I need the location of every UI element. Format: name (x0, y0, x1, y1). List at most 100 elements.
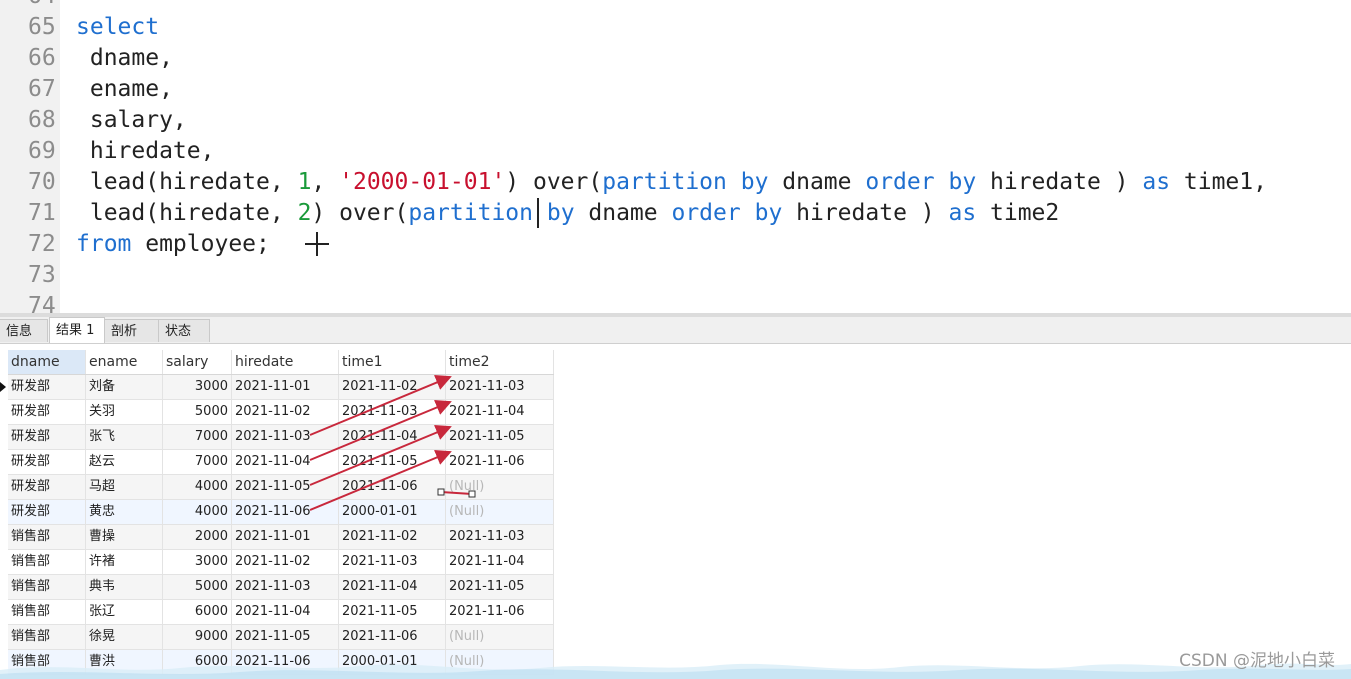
table-row[interactable]: 研发部 刘备 3000 2021-11-01 2021-11-02 2021-11-03 (8, 375, 554, 400)
cell-hiredate[interactable]: 2021-11-01 (232, 375, 339, 399)
cell-time1[interactable]: 2021-11-06 (339, 625, 446, 649)
cell-salary[interactable]: 3000 (163, 550, 232, 574)
cell-ename[interactable]: 许褚 (86, 550, 163, 574)
cell-ename[interactable]: 黄忠 (86, 500, 163, 524)
cell-time2[interactable]: 2021-11-04 (446, 400, 554, 424)
cell-salary[interactable]: 4000 (163, 475, 232, 499)
cell-ename[interactable]: 赵云 (86, 450, 163, 474)
cell-dname[interactable]: 研发部 (8, 400, 86, 424)
cell-hiredate[interactable]: 2021-11-01 (232, 525, 339, 549)
cell-salary[interactable]: 6000 (163, 650, 232, 674)
cell-ename[interactable]: 马超 (86, 475, 163, 499)
cell-salary[interactable]: 5000 (163, 575, 232, 599)
cell-hiredate[interactable]: 2021-11-05 (232, 475, 339, 499)
cell-hiredate[interactable]: 2021-11-03 (232, 425, 339, 449)
cell-time1[interactable]: 2021-11-02 (339, 525, 446, 549)
cell-time2[interactable]: 2021-11-04 (446, 550, 554, 574)
cell-time1[interactable]: 2021-11-04 (339, 575, 446, 599)
cell-hiredate[interactable]: 2021-11-02 (232, 400, 339, 424)
cell-hiredate[interactable]: 2021-11-05 (232, 625, 339, 649)
cell-ename[interactable]: 刘备 (86, 375, 163, 399)
column-header-salary[interactable]: salary (163, 350, 232, 374)
cell-hiredate[interactable]: 2021-11-02 (232, 550, 339, 574)
table-row[interactable]: 销售部 许褚 3000 2021-11-02 2021-11-03 2021-11-04 (8, 550, 554, 575)
cell-time2[interactable]: (Null) (446, 475, 554, 499)
cell-salary[interactable]: 6000 (163, 600, 232, 624)
tab-info[interactable]: 信息 (0, 319, 48, 342)
cell-time1[interactable]: 2000-01-01 (339, 650, 446, 674)
table-row[interactable]: 销售部 张辽 6000 2021-11-04 2021-11-05 2021-11-06 (8, 600, 554, 625)
cell-time2[interactable]: 2021-11-05 (446, 575, 554, 599)
cell-dname[interactable]: 研发部 (8, 450, 86, 474)
column-header-hiredate[interactable]: hiredate (232, 350, 339, 374)
cell-ename[interactable]: 张飞 (86, 425, 163, 449)
cell-dname[interactable]: 销售部 (8, 650, 86, 674)
cell-salary[interactable]: 3000 (163, 375, 232, 399)
column-header-dname[interactable]: dname (8, 350, 86, 374)
code-line-68[interactable]: salary, (76, 105, 187, 136)
column-header-time2[interactable]: time2 (446, 350, 554, 374)
cell-ename[interactable]: 曹操 (86, 525, 163, 549)
cell-hiredate[interactable]: 2021-11-06 (232, 650, 339, 674)
cell-dname[interactable]: 研发部 (8, 500, 86, 524)
table-row[interactable]: 销售部 曹操 2000 2021-11-01 2021-11-02 2021-11-03 (8, 525, 554, 550)
code-line-65[interactable]: select (76, 12, 159, 43)
cell-salary[interactable]: 7000 (163, 425, 232, 449)
cell-dname[interactable]: 销售部 (8, 625, 86, 649)
tab-profile[interactable]: 剖析 (104, 319, 160, 342)
cell-salary[interactable]: 7000 (163, 450, 232, 474)
table-row[interactable]: 销售部 徐晃 9000 2021-11-05 2021-11-06 (Null) (8, 625, 554, 650)
cell-ename[interactable]: 徐晃 (86, 625, 163, 649)
cell-dname[interactable]: 研发部 (8, 475, 86, 499)
table-row[interactable]: 销售部 曹洪 6000 2021-11-06 2000-01-01 (Null) (8, 650, 554, 675)
cell-time2[interactable]: 2021-11-06 (446, 600, 554, 624)
cell-dname[interactable]: 销售部 (8, 600, 86, 624)
code-line-66[interactable]: dname, (76, 43, 173, 74)
cell-salary[interactable]: 2000 (163, 525, 232, 549)
cell-hiredate[interactable]: 2021-11-03 (232, 575, 339, 599)
code-line-72[interactable]: from employee; (76, 229, 270, 260)
cell-salary[interactable]: 4000 (163, 500, 232, 524)
column-header-time1[interactable]: time1 (339, 350, 446, 374)
cell-time1[interactable]: 2021-11-06 (339, 475, 446, 499)
table-row[interactable]: 研发部 张飞 7000 2021-11-03 2021-11-04 2021-11-05 (8, 425, 554, 450)
table-row[interactable]: 研发部 马超 4000 2021-11-05 2021-11-06 (Null) (8, 475, 554, 500)
cell-time1[interactable]: 2021-11-03 (339, 550, 446, 574)
column-header-ename[interactable]: ename (86, 350, 163, 374)
cell-time2[interactable]: (Null) (446, 650, 554, 674)
cell-time1[interactable]: 2000-01-01 (339, 500, 446, 524)
cell-time1[interactable]: 2021-11-05 (339, 450, 446, 474)
cell-time1[interactable]: 2021-11-02 (339, 375, 446, 399)
cell-time1[interactable]: 2021-11-03 (339, 400, 446, 424)
tab-status[interactable]: 状态 (158, 319, 210, 342)
sql-editor[interactable]: 64 65 66 67 68 69 70 71 72 73 74 select … (0, 0, 1351, 313)
table-row[interactable]: 研发部 黄忠 4000 2021-11-06 2000-01-01 (Null) (8, 500, 554, 525)
cell-ename[interactable]: 曹洪 (86, 650, 163, 674)
code-line-67[interactable]: ename, (76, 74, 173, 105)
cell-hiredate[interactable]: 2021-11-04 (232, 600, 339, 624)
code-line-69[interactable]: hiredate, (76, 136, 215, 167)
cell-time2[interactable]: 2021-11-03 (446, 525, 554, 549)
cell-dname[interactable]: 研发部 (8, 425, 86, 449)
table-row[interactable]: 研发部 关羽 5000 2021-11-02 2021-11-03 2021-11-04 (8, 400, 554, 425)
cell-time2[interactable]: 2021-11-03 (446, 375, 554, 399)
cell-time2[interactable]: 2021-11-05 (446, 425, 554, 449)
cell-dname[interactable]: 销售部 (8, 575, 86, 599)
cell-time2[interactable]: 2021-11-06 (446, 450, 554, 474)
cell-dname[interactable]: 销售部 (8, 550, 86, 574)
cell-salary[interactable]: 9000 (163, 625, 232, 649)
cell-time2[interactable]: (Null) (446, 625, 554, 649)
cell-time1[interactable]: 2021-11-05 (339, 600, 446, 624)
cell-ename[interactable]: 关羽 (86, 400, 163, 424)
cell-dname[interactable]: 研发部 (8, 375, 86, 399)
cell-hiredate[interactable]: 2021-11-06 (232, 500, 339, 524)
code-line-70[interactable]: lead(hiredate, 1, '2000-01-01') over(par… (76, 167, 1267, 198)
cell-dname[interactable]: 销售部 (8, 525, 86, 549)
cell-time2[interactable]: (Null) (446, 500, 554, 524)
cell-salary[interactable]: 5000 (163, 400, 232, 424)
code-line-71[interactable]: lead(hiredate, 2) over(partition by dnam… (76, 198, 1059, 229)
tab-result-1[interactable]: 结果 1 (49, 317, 105, 343)
cell-ename[interactable]: 典韦 (86, 575, 163, 599)
table-row[interactable]: 销售部 典韦 5000 2021-11-03 2021-11-04 2021-11-05 (8, 575, 554, 600)
cell-hiredate[interactable]: 2021-11-04 (232, 450, 339, 474)
